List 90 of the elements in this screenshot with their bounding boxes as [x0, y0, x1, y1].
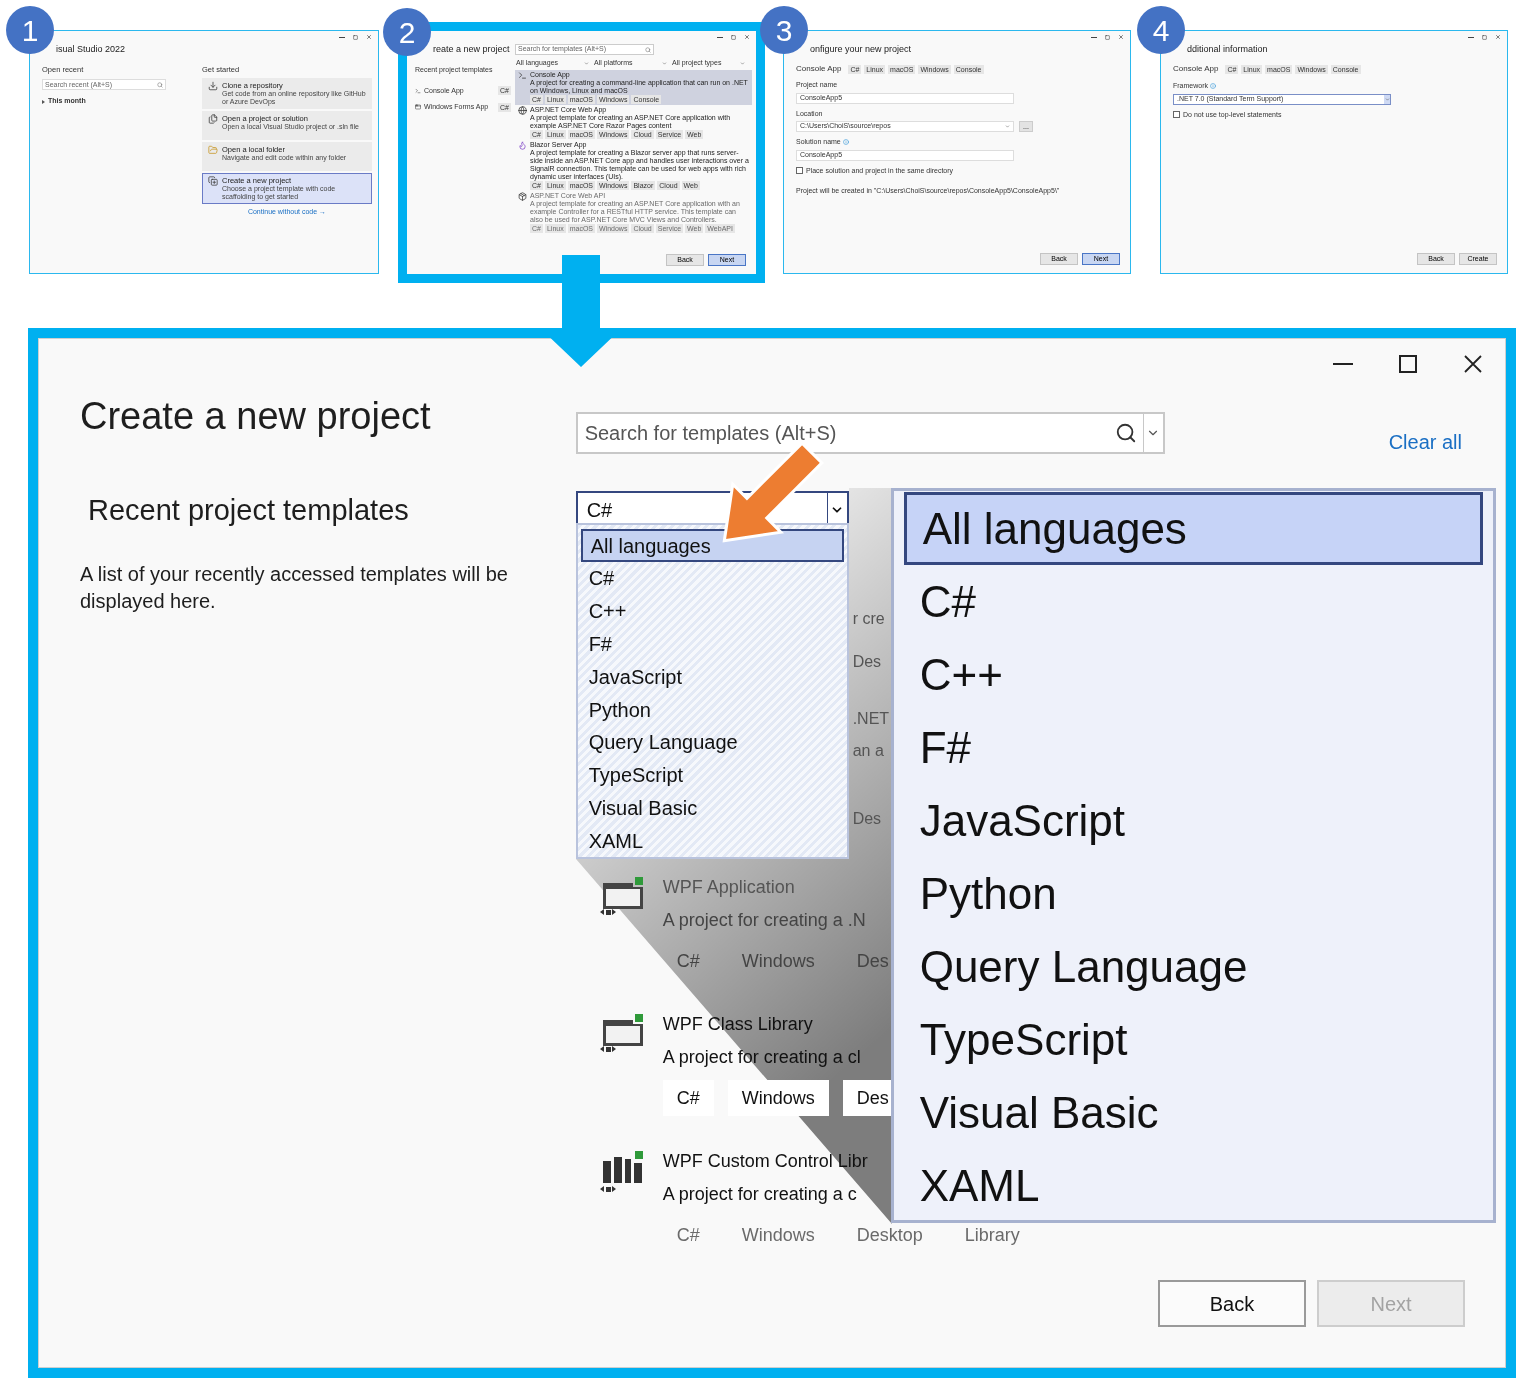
covered-text: an a — [852, 741, 884, 761]
window-icon — [415, 104, 421, 111]
globe-icon — [518, 106, 527, 115]
language-option[interactable]: All languages — [903, 492, 1483, 565]
terminal-icon — [415, 87, 421, 94]
tag: C# — [662, 943, 714, 979]
tag: Windows — [727, 943, 829, 979]
maximize-icon[interactable] — [1482, 34, 1487, 40]
covered-text: r cre — [852, 609, 885, 629]
covered-text: .NET — [852, 709, 890, 729]
empty-message: A list of your recently accessed templates will be displayed here. — [80, 562, 509, 614]
template-name: WPF Application — [662, 876, 795, 899]
minimize-icon — [1333, 363, 1353, 365]
flame-icon — [518, 141, 527, 150]
language-option[interactable]: XAML — [580, 824, 844, 858]
template-description: A project for creating a c — [662, 1183, 857, 1206]
expand-caret-icon[interactable] — [42, 99, 45, 104]
language-option[interactable]: Visual Basic — [580, 791, 844, 825]
window-title: reate a new project — [432, 43, 511, 55]
language-option[interactable]: JavaScript — [580, 660, 844, 694]
language-option[interactable]: Query Language — [903, 930, 1483, 1003]
language-option[interactable]: C++ — [903, 638, 1483, 711]
language-option[interactable]: Python — [580, 693, 844, 726]
download-icon — [208, 81, 218, 92]
close-icon[interactable] — [1495, 34, 1501, 40]
clear-all-link[interactable]: Clear all — [1388, 427, 1462, 457]
close-icon — [1464, 355, 1482, 373]
maximize-icon[interactable] — [1105, 34, 1110, 40]
package-icon — [518, 192, 527, 201]
dropdown-caret-icon — [584, 60, 589, 66]
maximize-icon[interactable] — [731, 34, 736, 40]
files-icon — [208, 114, 218, 125]
tag: Des — [842, 943, 903, 979]
covered-text: Des — [852, 652, 882, 672]
language-option[interactable]: F# — [580, 627, 844, 661]
language-option[interactable]: C# — [580, 562, 844, 595]
step-window[interactable] — [398, 22, 765, 283]
covered-text: Des — [852, 809, 882, 829]
folder-icon — [208, 145, 218, 156]
dialog-title: Create a new project — [80, 394, 432, 439]
step-badge: 4 — [1137, 6, 1185, 54]
step-badge: 3 — [760, 6, 808, 54]
search-icon — [157, 81, 163, 88]
language-option[interactable]: Python — [903, 857, 1483, 930]
minimize-icon[interactable] — [1468, 36, 1474, 38]
template-description: A project for creating a .N — [662, 909, 866, 932]
close-icon[interactable] — [744, 34, 750, 40]
window-title: isual Studio 2022 — [55, 43, 127, 55]
checkbox[interactable] — [796, 167, 803, 175]
terminal-icon — [518, 71, 527, 80]
dropdown-caret-icon — [1005, 124, 1010, 129]
minimize-icon[interactable] — [717, 36, 723, 38]
language-option[interactable]: All languages — [580, 529, 844, 562]
search-icon — [1114, 422, 1137, 444]
maximize-icon — [1399, 355, 1417, 373]
window-title: dditional information — [1186, 43, 1269, 55]
maximize-icon[interactable] — [353, 34, 358, 40]
step-badge: 1 — [6, 6, 54, 54]
info-icon — [1210, 83, 1216, 90]
step-badge: 2 — [383, 8, 431, 56]
language-option[interactable]: TypeScript — [903, 1003, 1483, 1076]
template-name: WPF Custom Control Libr — [662, 1150, 868, 1173]
dropdown-caret-icon — [662, 60, 667, 66]
checkbox[interactable] — [1173, 111, 1180, 119]
dialog-button[interactable]: Back — [1158, 1280, 1306, 1327]
close-icon[interactable] — [366, 34, 372, 40]
tag: Windows — [727, 1217, 829, 1253]
info-icon — [842, 139, 849, 146]
tag: C# — [662, 1080, 714, 1116]
app-name: Console App — [796, 63, 842, 75]
app-name: Console App — [1173, 63, 1219, 75]
tag: C# — [662, 1217, 714, 1253]
search-field[interactable]: Search for templates (Alt+S) — [575, 412, 1165, 454]
language-option[interactable]: Query Language — [580, 725, 844, 759]
search-icon — [645, 46, 651, 53]
section-heading: Recent project templates — [87, 493, 410, 528]
language-option[interactable]: Visual Basic — [903, 1076, 1483, 1149]
window-title: onfigure your new project — [809, 43, 913, 55]
dropdown-caret-icon — [740, 60, 745, 66]
close-icon[interactable] — [1118, 34, 1124, 40]
language-option[interactable]: JavaScript — [903, 784, 1483, 857]
dropdown-caret-icon — [1384, 96, 1390, 102]
language-option[interactable]: C# — [903, 565, 1483, 638]
language-option[interactable]: TypeScript — [580, 758, 844, 792]
copy-plus-icon — [208, 176, 218, 187]
minimize-icon[interactable] — [1091, 36, 1097, 38]
language-option[interactable]: F# — [903, 711, 1483, 784]
minimize-icon[interactable] — [339, 36, 345, 38]
tag: Windows — [727, 1080, 829, 1116]
language-option[interactable]: C++ — [580, 594, 844, 628]
